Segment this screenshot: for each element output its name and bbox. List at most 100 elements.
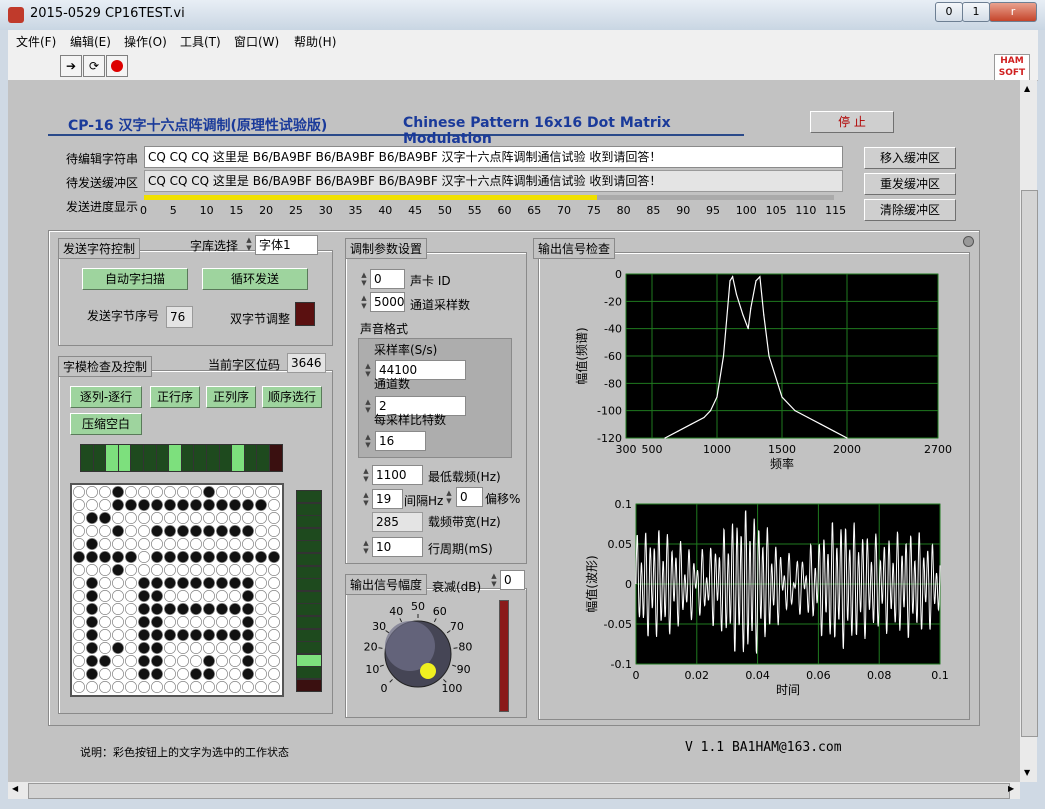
matrix-dot xyxy=(164,577,176,589)
matrix-dot xyxy=(216,512,228,524)
matrix-dot xyxy=(138,577,150,589)
font-select-field[interactable]: 字体1 xyxy=(255,235,318,255)
matrix-dot xyxy=(242,538,254,550)
menu-tools[interactable]: 工具(T) xyxy=(180,33,221,50)
matrix-dot xyxy=(112,538,124,550)
channels-label: 通道数 xyxy=(374,377,411,391)
step-field[interactable]: 19 xyxy=(372,489,403,509)
matrix-dot xyxy=(151,642,163,654)
matrix-dot xyxy=(216,603,228,615)
matrix-dot xyxy=(164,616,176,628)
matrix-dot xyxy=(255,551,267,563)
matrix-dot xyxy=(242,499,254,511)
font-select-spinner[interactable]: ▲ ▼ xyxy=(245,236,253,252)
move-to-buffer-button[interactable]: 移入缓冲区 xyxy=(864,147,956,169)
menu-file[interactable]: 文件(F) xyxy=(16,33,56,50)
compress-blank-button[interactable]: 压缩空白 xyxy=(70,413,142,435)
card-id-spinner[interactable]: ▲ ▼ xyxy=(360,271,368,287)
x-tick-label: 0.08 xyxy=(867,669,892,682)
maximize-button[interactable]: 1 xyxy=(962,2,990,22)
menu-edit[interactable]: 编辑(E) xyxy=(70,33,111,50)
channels-spinner[interactable]: ▲ ▼ xyxy=(364,398,372,414)
matrix-dot xyxy=(151,590,163,602)
knob-tick-mark xyxy=(452,664,457,667)
knob-tick-mark xyxy=(399,618,403,623)
matrix-dot xyxy=(73,616,85,628)
stop-button[interactable]: 停 止 xyxy=(810,111,894,133)
matrix-dot xyxy=(151,512,163,524)
y-tick-label: 0.1 xyxy=(615,498,633,511)
y-axis-label: 幅值(频谱) xyxy=(574,327,589,384)
bits-spinner[interactable]: ▲ ▼ xyxy=(364,433,372,449)
attenuation-field[interactable]: 0 xyxy=(500,570,525,590)
row-order-button[interactable]: 正行序 xyxy=(150,386,200,408)
abort-button[interactable] xyxy=(106,55,128,77)
double-byte-led[interactable] xyxy=(295,302,315,326)
matrix-dot xyxy=(190,486,202,498)
horizontal-scrollbar[interactable]: ◀ ▶ xyxy=(8,782,1020,799)
step-spinner[interactable]: ▲ ▼ xyxy=(362,491,370,507)
knob-tick-mark xyxy=(378,647,383,649)
matrix-dot xyxy=(229,629,241,641)
menu-help[interactable]: 帮助(H) xyxy=(294,33,336,50)
matrix-dot xyxy=(203,668,215,680)
row-led xyxy=(296,527,322,541)
matrix-dot xyxy=(112,655,124,667)
row-led xyxy=(296,490,322,503)
matrix-dot xyxy=(164,629,176,641)
sequential-row-button[interactable]: 顺序选行 xyxy=(262,386,322,408)
loop-send-button[interactable]: 循环发送 xyxy=(202,268,308,290)
amplitude-knob[interactable]: 010 20 3040 50 6070 80 90 100 xyxy=(348,596,488,714)
modulation-title: 调制参数设置 xyxy=(345,238,428,259)
matrix-dot xyxy=(164,642,176,654)
offset-spinner[interactable]: ▲ ▼ xyxy=(445,489,453,505)
matrix-dot xyxy=(229,525,241,537)
samples-field[interactable]: 5000 xyxy=(370,292,405,312)
resend-buffer-button[interactable]: 重发缓冲区 xyxy=(864,173,956,195)
matrix-dot xyxy=(73,525,85,537)
edit-string-input[interactable]: CQ CQ CQ 这里是 B6/BA9BF B6/BA9BF B6/BA9BF … xyxy=(144,146,843,168)
minimize-icon: 0 xyxy=(945,5,953,18)
menu-window[interactable]: 窗口(W) xyxy=(234,33,279,50)
auto-scan-button[interactable]: 自动字扫描 xyxy=(82,268,188,290)
matrix-dot xyxy=(86,629,98,641)
period-spinner[interactable]: ▲ ▼ xyxy=(362,539,370,555)
clear-buffer-button[interactable]: 清除缓冲区 xyxy=(864,199,956,221)
period-field[interactable]: 10 xyxy=(372,537,423,557)
samples-spinner[interactable]: ▲ ▼ xyxy=(360,294,368,310)
run-button[interactable]: ➔ xyxy=(60,55,82,77)
column-row-button[interactable]: 逐列-逐行 xyxy=(70,386,142,408)
matrix-dot xyxy=(242,590,254,602)
matrix-dot xyxy=(255,681,267,693)
bits-field[interactable]: 16 xyxy=(375,431,426,451)
vertical-scroll-thumb[interactable] xyxy=(1021,190,1038,737)
send-control-frame xyxy=(58,250,333,346)
matrix-dot xyxy=(190,616,202,628)
minimize-button[interactable]: 0 xyxy=(935,2,963,22)
vertical-scrollbar[interactable]: ▲ ▼ xyxy=(1020,80,1038,782)
matrix-dot xyxy=(242,642,254,654)
matrix-dot xyxy=(164,486,176,498)
spectrum-point xyxy=(690,423,692,425)
run-continuous-button[interactable]: ⟳ xyxy=(83,55,105,77)
knob-tick-label: 100 xyxy=(441,682,462,695)
sample-rate-spinner[interactable]: ▲ ▼ xyxy=(364,362,372,378)
matrix-dot xyxy=(86,577,98,589)
menu-operate[interactable]: 操作(O) xyxy=(124,33,167,50)
card-id-field[interactable]: 0 xyxy=(370,269,405,289)
min-freq-spinner[interactable]: ▲ ▼ xyxy=(362,467,370,483)
knob-tick-label: 0 xyxy=(381,682,388,695)
min-freq-field[interactable]: 1100 xyxy=(372,465,423,485)
horizontal-scroll-thumb[interactable] xyxy=(28,783,1010,799)
matrix-dot xyxy=(112,564,124,576)
matrix-dot xyxy=(268,642,280,654)
matrix-dot xyxy=(190,642,202,654)
matrix-dot xyxy=(242,668,254,680)
offset-field[interactable]: 0 xyxy=(456,487,483,507)
app-window: 2015-0529 CP16TEST.vi 0 1 r 文件(F) 编辑(E) … xyxy=(0,0,1045,809)
matrix-dot xyxy=(242,655,254,667)
close-button[interactable]: r xyxy=(989,2,1037,22)
matrix-dot xyxy=(268,551,280,563)
column-order-button[interactable]: 正列序 xyxy=(206,386,256,408)
attenuation-spinner[interactable]: ▲ ▼ xyxy=(490,572,498,588)
